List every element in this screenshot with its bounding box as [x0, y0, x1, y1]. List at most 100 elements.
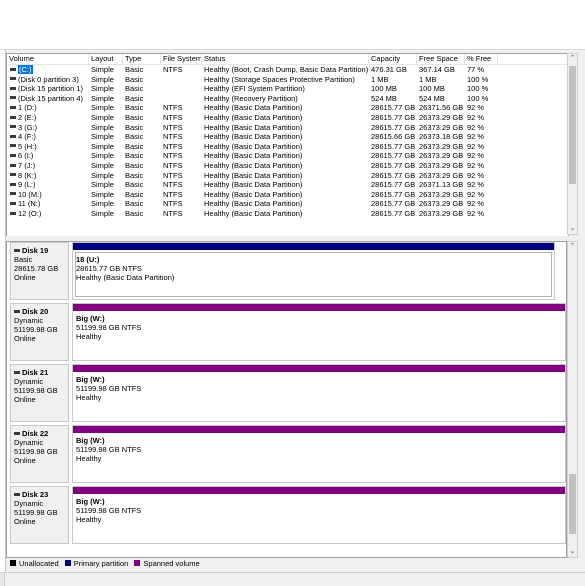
- volume-icon: [10, 201, 16, 205]
- cell-fs: NTFS: [163, 103, 183, 113]
- spanned-volume-bar: [73, 365, 565, 372]
- volume-name: 1 (D:): [18, 103, 37, 113]
- volume-name: (Disk 15 partition 1): [18, 84, 84, 94]
- partition-detail: 28615.77 GB NTFS: [76, 264, 142, 273]
- partition-detail: 51199.98 GB NTFS: [76, 445, 142, 454]
- volume-row[interactable]: (Disk 0 partition 3) Simple Basic Healthy (…: [7, 75, 568, 84]
- cell-layout: Simple: [91, 113, 114, 122]
- volume-row[interactable]: 1 (D:) Simple Basic NTFS Healthy (Basic Data…: [7, 103, 568, 112]
- cell-capacity: 28615.77 GB: [371, 180, 416, 190]
- disk-row[interactable]: Disk 23 Dynamic 51199.98 GB Online Big (W:) 5…: [10, 486, 566, 544]
- cell-layout: Simple: [91, 122, 114, 132]
- volume-row[interactable]: 3 (G:) Simple Basic NTFS Healthy (Basic Data…: [7, 123, 568, 132]
- cell-layout: Simple: [91, 209, 114, 218]
- cell-pct: 92 %: [467, 122, 485, 132]
- volume-name: 7 (J:): [18, 161, 36, 170]
- volume-row[interactable]: 6 (I:) Simple Basic NTFS Healthy (Basic Data…: [7, 151, 568, 160]
- cell-status: Healthy (Basic Data Partition): [204, 132, 303, 142]
- cell-volume: 7 (J:): [7, 161, 89, 170]
- cell-pct: 92 %: [467, 103, 485, 113]
- volume-row[interactable]: 11 (N:) Simple Basic NTFS Healthy (Basic Dat…: [7, 199, 568, 208]
- partition-block[interactable]: Big (W:) 51199.98 GB NTFS Healthy: [72, 486, 566, 544]
- disk-name-text: Disk 20: [22, 307, 49, 316]
- cell-fs: NTFS: [163, 132, 183, 142]
- cell-capacity: 28615.77 GB: [371, 122, 416, 132]
- menu-bar: [0, 0, 585, 23]
- cell-free: 26373.29 GB: [419, 151, 464, 161]
- disk-row[interactable]: Disk 22 Dynamic 51199.98 GB Online Big (W:) 5…: [10, 425, 566, 483]
- cell-type: Basic: [125, 151, 144, 161]
- volume-row[interactable]: 7 (J:) Simple Basic NTFS Healthy (Basic Data…: [7, 161, 568, 170]
- cell-volume: 12 (O:): [7, 209, 89, 218]
- volume-row[interactable]: 4 (F:) Simple Basic NTFS Healthy (Basic Data…: [7, 132, 568, 141]
- volume-row[interactable]: 10 (M:) Simple Basic NTFS Healthy (Basic Dat…: [7, 190, 568, 199]
- cell-status: Healthy (Basic Data Partition): [204, 161, 303, 170]
- volume-row[interactable]: 8 (K:) Simple Basic NTFS Healthy (Basic Data…: [7, 171, 568, 180]
- column-header-type[interactable]: Type: [123, 54, 161, 64]
- disk-info[interactable]: Disk 19 Basic 28615.78 GB Online: [10, 242, 69, 300]
- cell-pct: 77 %: [467, 65, 485, 74]
- disk-row[interactable]: Disk 19 Basic 28615.78 GB Online 18 (U:) 2861…: [10, 242, 566, 300]
- scroll-down-arrow-icon[interactable]: ⌄: [568, 224, 577, 234]
- volume-icon: [10, 173, 16, 177]
- cell-pct: 100 %: [467, 93, 489, 103]
- cell-fs: NTFS: [163, 113, 183, 122]
- column-header-free-space[interactable]: Free Space: [417, 54, 465, 64]
- disk-map-pane[interactable]: Disk 19 Basic 28615.78 GB Online 18 (U:) 2861…: [6, 241, 567, 558]
- disk-info[interactable]: Disk 22 Dynamic 51199.98 GB Online: [10, 425, 69, 483]
- volume-list-scrollbar[interactable]: ⌃ ⌄: [567, 53, 578, 235]
- cell-free: 1 MB: [419, 74, 437, 84]
- cell-free: 26373.29 GB: [419, 189, 464, 199]
- column-header-status[interactable]: Status: [202, 54, 369, 64]
- cell-free: 26373.29 GB: [419, 141, 464, 151]
- cell-volume: (C:): [7, 65, 89, 74]
- disk-row[interactable]: Disk 21 Dynamic 51199.98 GB Online Big (W:) 5…: [10, 364, 566, 422]
- partition-block[interactable]: Big (W:) 51199.98 GB NTFS Healthy: [72, 364, 566, 422]
- volume-icon: [10, 211, 16, 215]
- cell-status: Healthy (EFI System Partition): [204, 84, 305, 94]
- disk-row[interactable]: Disk 20 Dynamic 51199.98 GB Online Big (W:) 5…: [10, 303, 566, 361]
- volume-row[interactable]: (C:) Simple Basic NTFS Healthy (Boot, Crash …: [7, 65, 568, 74]
- legend-item-primary: Primary partition: [61, 558, 128, 570]
- column-header-layout[interactable]: Layout: [89, 54, 123, 64]
- volume-row[interactable]: 5 (H:) Simple Basic NTFS Healthy (Basic Data…: [7, 142, 568, 151]
- disk-info[interactable]: Disk 23 Dynamic 51199.98 GB Online: [10, 486, 69, 544]
- volume-row[interactable]: 2 (E:) Simple Basic NTFS Healthy (Basic Data…: [7, 113, 568, 122]
- partition-volume-name: Big (W:): [76, 375, 105, 384]
- scroll-down-arrow-icon[interactable]: ⌄: [568, 547, 577, 557]
- scrollbar-thumb[interactable]: [569, 474, 576, 534]
- disk-info[interactable]: Disk 21 Dynamic 51199.98 GB Online: [10, 364, 69, 422]
- cell-type: Basic: [125, 170, 144, 180]
- cell-fs: [161, 94, 202, 103]
- volume-row[interactable]: 9 (L:) Simple Basic NTFS Healthy (Basic Data…: [7, 180, 568, 189]
- partition-block[interactable]: Big (W:) 51199.98 GB NTFS Healthy: [72, 303, 566, 361]
- scrollbar-thumb[interactable]: [569, 66, 576, 184]
- cell-type: Basic: [125, 209, 144, 218]
- column-header-volume[interactable]: Volume: [7, 54, 89, 64]
- cell-layout: Simple: [91, 180, 114, 190]
- volume-row[interactable]: 12 (O:) Simple Basic NTFS Healthy (Basic Dat…: [7, 209, 568, 218]
- column-header-percent-free[interactable]: % Free: [465, 54, 498, 64]
- volume-name: (Disk 15 partition 4): [18, 93, 84, 103]
- volume-row[interactable]: (Disk 15 partition 1) Simple Basic Healthy …: [7, 84, 568, 93]
- scroll-up-arrow-icon[interactable]: ⌃: [568, 54, 577, 64]
- partition-status: Healthy: [76, 332, 102, 341]
- cell-type: Basic: [125, 113, 144, 122]
- partition-block[interactable]: 18 (U:) 28615.77 GB NTFS Healthy (Basic Da…: [72, 242, 555, 300]
- legend-item-spanned: Spanned volume: [130, 558, 200, 570]
- partition-status: Healthy (Basic Data Partition): [76, 273, 175, 282]
- volume-list[interactable]: Volume Layout Type File System Status Ca…: [6, 53, 569, 237]
- disk-icon: [14, 431, 20, 435]
- partition-block[interactable]: Big (W:) 51199.98 GB NTFS Healthy: [72, 425, 566, 483]
- disk-info[interactable]: Disk 20 Dynamic 51199.98 GB Online: [10, 303, 69, 361]
- column-header-file-system[interactable]: File System: [161, 54, 202, 64]
- cell-status: Healthy (Basic Data Partition): [204, 170, 303, 180]
- volume-row[interactable]: (Disk 15 partition 4) Simple Basic Healthy …: [7, 94, 568, 103]
- column-header-capacity[interactable]: Capacity: [369, 54, 417, 64]
- scroll-up-arrow-icon[interactable]: ⌃: [568, 242, 577, 252]
- disk-type: Dynamic: [14, 316, 44, 325]
- disk-map-scrollbar[interactable]: ⌃ ⌄: [567, 241, 578, 558]
- cell-pct: 92 %: [467, 189, 485, 199]
- cell-volume: 2 (E:): [7, 113, 89, 122]
- cell-volume: 11 (N:): [7, 199, 89, 208]
